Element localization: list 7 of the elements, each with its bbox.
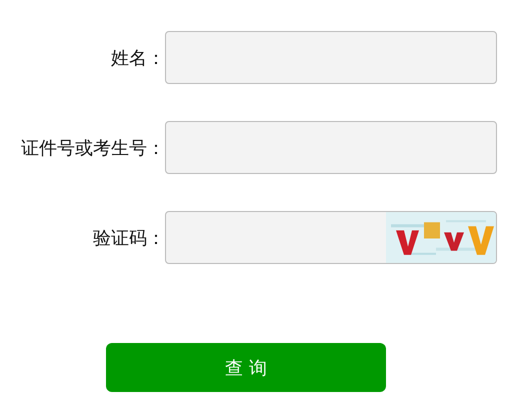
- input-field[interactable]: [165, 121, 497, 174]
- field-label: 姓名：: [110, 46, 165, 70]
- submit-button[interactable]: 查 询: [106, 343, 386, 392]
- input-field[interactable]: [165, 31, 497, 84]
- input-field[interactable]: [165, 211, 497, 264]
- field-label: 证件号或考生号：: [20, 136, 165, 160]
- field-label: 验证码：: [92, 226, 165, 250]
